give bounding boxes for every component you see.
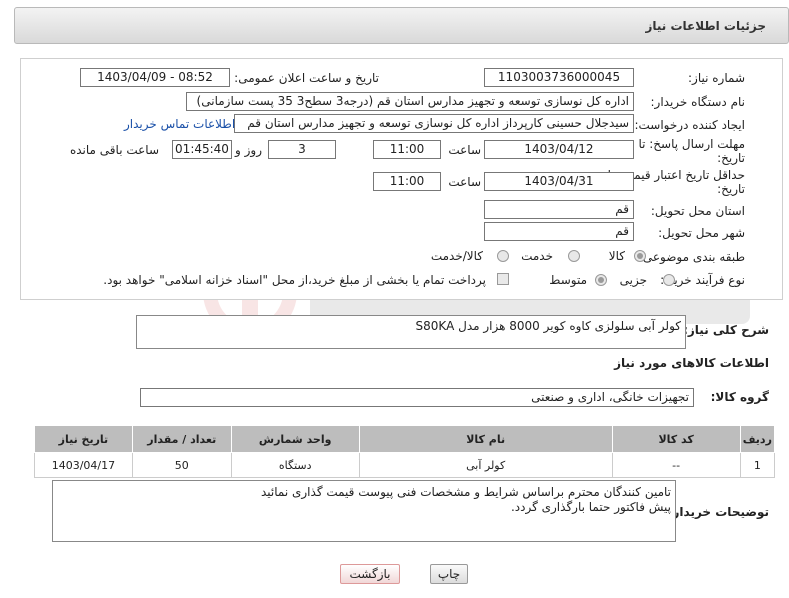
buyer-label: نام دستگاه خریدار: [650,95,746,109]
validity-date-field: 1403/04/31 [484,172,634,191]
category-radio-goods-service[interactable] [497,250,509,262]
summary-textarea[interactable]: کولر آبی سلولزی کاوه کویر 8000 هزار مدل … [136,315,686,349]
buyer-notes-textarea[interactable]: تامین کنندگان محترم براساس شرایط و مشخصا… [52,480,676,542]
city-label: شهر محل تحویل: [658,226,745,240]
page-title: جزئیات اطلاعات نیاز [645,19,766,33]
category-option-goods: کالا [608,249,625,263]
back-button[interactable]: بازگشت [340,564,400,584]
category-label: طبقه بندی موضوعی: [638,250,745,264]
deadline-date-field: 1403/04/12 [484,140,634,159]
process-radio-minor[interactable] [663,274,675,286]
need-number-field: 1103003736000045 [484,68,634,87]
remaining-days-field: 3 [268,140,336,159]
need-number-label: شماره نیاز: [688,71,745,85]
goods-info-title: اطلاعات کالاهای مورد نیاز [614,356,769,370]
col-unit: واحد شمارش [230,425,360,453]
process-radio-medium[interactable] [595,274,607,286]
province-field: قم [484,200,634,219]
process-option-medium: متوسط [549,273,587,287]
cell-item-code: -- [611,452,741,478]
cell-row: 1 [739,452,776,478]
validity-time-label: ساعت [448,175,481,189]
creator-field: سیدجلال حسینی کارپرداز اداره کل نوسازی ت… [234,114,634,133]
days-label: روز و [235,143,262,157]
cell-item-name: کولر آبی [358,452,613,478]
creator-label: ایجاد کننده درخواست: [634,118,745,132]
category-option-service: خدمت [521,249,553,263]
buyer-notes-line-2: پیش فاکتور حتما بارگذاری گردد. [510,500,671,514]
remaining-time-field: 01:45:40 [172,140,232,159]
summary-label: شرح کلی نیاز: [683,323,769,337]
remaining-time-label: ساعت باقی مانده [69,143,159,157]
treasury-payment-checkbox[interactable] [497,273,509,285]
col-need-date: تاریخ نیاز [34,425,133,453]
table-row[interactable]: 1403/04/17 50 دستگاه کولر آبی -- 1 [34,452,776,478]
print-button[interactable]: چاپ [430,564,468,584]
announce-label: تاریخ و ساعت اعلان عمومی: [234,71,379,85]
col-row: ردیف [739,425,776,453]
cell-unit: دستگاه [230,452,360,478]
buyer-field: اداره کل نوسازی توسعه و تجهیز مدارس استا… [186,92,634,111]
col-item-code: کد کالا [611,425,741,453]
summary-text: کولر آبی سلولزی کاوه کویر 8000 هزار مدل … [415,319,681,333]
category-option-goods-service: کالا/خدمت [430,249,483,263]
deadline-label-date: تاریخ: [717,151,745,165]
col-item-name: نام کالا [358,425,613,453]
cell-quantity: 50 [131,452,232,478]
deadline-label: مهلت ارسال پاسخ: تا [638,137,745,151]
goods-group-field: تجهیزات خانگی، اداری و صنعتی [140,388,694,407]
validity-label-date: تاریخ: [717,182,745,196]
buyer-contact-link[interactable]: اطلاعات تماس خریدار [124,117,235,131]
validity-time-field: 11:00 [373,172,441,191]
announce-datetime-field: 1403/04/09 - 08:52 [80,68,230,87]
col-quantity: تعداد / مقدار [131,425,232,453]
buyer-notes-label: توضیحات خریدار: [667,505,769,519]
page-header: جزئیات اطلاعات نیاز [14,7,789,44]
treasury-payment-text: پرداخت تمام یا بخشی از مبلغ خرید،از محل … [103,273,486,287]
deadline-time-field: 11:00 [373,140,441,159]
goods-table: تاریخ نیاز تعداد / مقدار واحد شمارش نام … [34,425,776,478]
process-option-minor: جزیی [619,273,647,287]
category-radio-goods[interactable] [634,250,646,262]
buyer-notes-line-1: تامین کنندگان محترم براساس شرایط و مشخصا… [260,485,671,499]
cell-need-date: 1403/04/17 [34,452,133,478]
deadline-time-label: ساعت [448,143,481,157]
table-header-row: تاریخ نیاز تعداد / مقدار واحد شمارش نام … [34,425,776,453]
city-field: قم [484,222,634,241]
category-radio-service[interactable] [568,250,580,262]
province-label: استان محل تحویل: [650,204,745,218]
goods-group-label: گروه کالا: [710,390,769,404]
